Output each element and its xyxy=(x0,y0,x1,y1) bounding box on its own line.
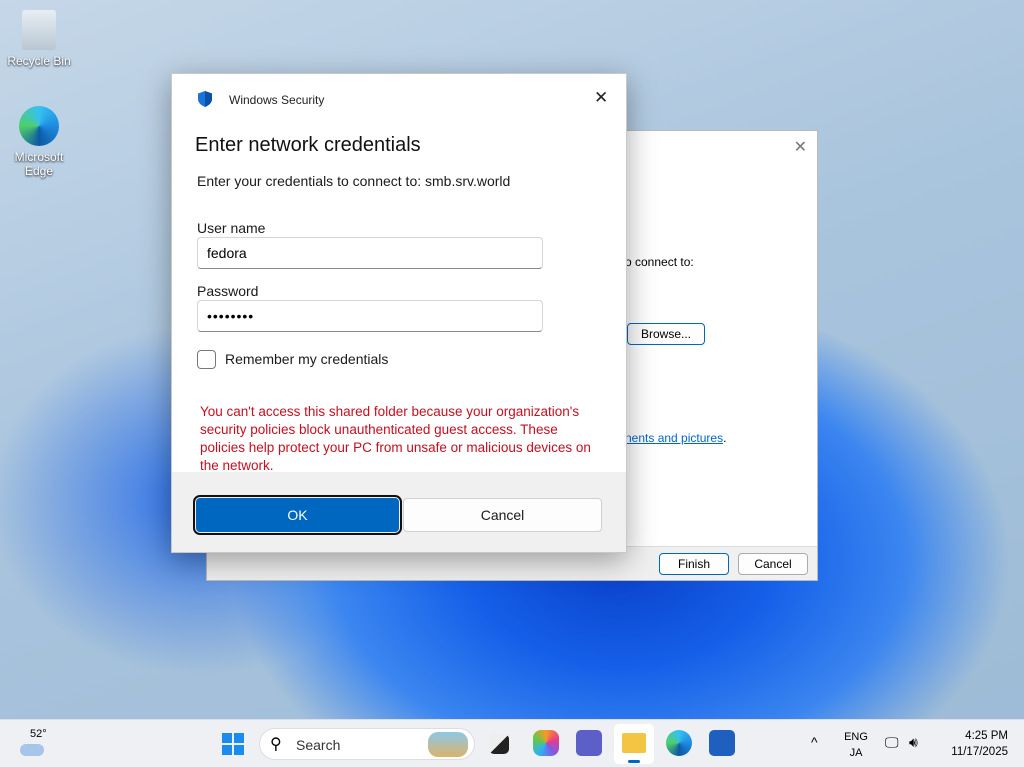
weather-temp: 52° xyxy=(30,728,47,740)
username-input[interactable]: fedora xyxy=(197,237,543,269)
desktop-icon-recycle-bin[interactable]: Recycle Bin xyxy=(1,10,77,68)
edge-label: Microsoft Edge xyxy=(14,150,64,178)
file-explorer-icon[interactable] xyxy=(614,724,654,764)
cloud-icon xyxy=(20,744,44,756)
recycle-bin-label: Recycle Bin xyxy=(7,54,71,68)
browse-button[interactable]: Browse... xyxy=(627,323,705,345)
close-icon[interactable]: ✕ xyxy=(594,88,608,108)
recycle-bin-icon xyxy=(22,10,56,50)
network-icon[interactable]: 🖵 xyxy=(885,734,899,751)
weather-widget[interactable]: 52° xyxy=(18,728,58,760)
lang-bottom: JA xyxy=(849,747,863,759)
taskbar: 52° ⚲ Search ^ ENG JA 🖵 🔊︎ 4:25 PM 11/17/2… xyxy=(0,719,1024,767)
app-title: Windows Security xyxy=(229,93,325,107)
dialog-subtitle: Enter your credentials to connect to: sm… xyxy=(197,173,511,189)
store-icon[interactable] xyxy=(709,730,735,756)
copilot-icon[interactable] xyxy=(533,730,559,756)
date: 11/17/2025 xyxy=(951,746,1008,758)
wizard-close-icon[interactable]: ✕ xyxy=(794,137,807,157)
task-view-icon[interactable] xyxy=(489,734,509,754)
clock[interactable]: 4:25 PM 11/17/2025 xyxy=(940,728,1008,760)
chevron-up-icon[interactable]: ^ xyxy=(811,734,818,750)
search-box[interactable]: ⚲ Search xyxy=(259,728,475,760)
ok-button[interactable]: OK xyxy=(193,495,402,535)
dialog-heading: Enter network credentials xyxy=(195,134,421,156)
volume-icon[interactable]: 🔊︎ xyxy=(909,734,918,751)
language-indicator[interactable]: ENG JA xyxy=(842,729,870,761)
search-highlight-icon xyxy=(428,732,468,757)
wizard-cancel-button[interactable]: Cancel xyxy=(738,553,808,575)
time: 4:25 PM xyxy=(965,730,1008,742)
lang-top: ENG xyxy=(844,731,868,743)
desktop-icon-edge[interactable]: Microsoft Edge xyxy=(1,106,77,178)
windows-security-dialog: Windows Security ✕ Enter network credent… xyxy=(171,73,627,553)
password-label: Password xyxy=(197,283,259,299)
error-message: You can't access this shared folder beca… xyxy=(200,404,591,473)
edge-icon xyxy=(19,106,59,146)
finish-button[interactable]: Finish xyxy=(659,553,729,575)
username-label: User name xyxy=(197,220,266,236)
remember-checkbox[interactable] xyxy=(197,350,216,369)
remember-label[interactable]: Remember my credentials xyxy=(225,351,388,367)
shield-icon xyxy=(198,91,212,107)
cancel-button[interactable]: Cancel xyxy=(403,498,602,532)
teams-icon[interactable] xyxy=(576,730,602,756)
search-icon: ⚲ xyxy=(270,736,282,753)
password-input[interactable]: •••••••• xyxy=(197,300,543,332)
start-button[interactable] xyxy=(222,733,244,755)
search-placeholder: Search xyxy=(296,737,341,753)
edge-taskbar-icon[interactable] xyxy=(666,730,692,756)
wizard-link[interactable]: nents and pictures. xyxy=(625,431,726,445)
wizard-connect-text: o connect to: xyxy=(625,255,694,269)
